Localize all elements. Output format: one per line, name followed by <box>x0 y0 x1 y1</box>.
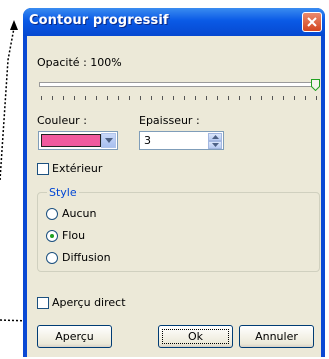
live-preview-checkbox[interactable] <box>37 297 49 309</box>
opacity-slider-ticks <box>41 96 317 100</box>
style-group-title: Style <box>47 186 79 199</box>
opacity-slider-track[interactable] <box>39 82 317 87</box>
arrow-down-icon <box>212 143 219 147</box>
arrow-up-icon <box>212 135 219 139</box>
style-radio-flou[interactable] <box>46 230 58 242</box>
thickness-up-button[interactable] <box>208 133 222 141</box>
style-option-flou: Flou <box>62 229 86 242</box>
live-preview-label: Aperçu direct <box>52 296 126 309</box>
thickness-stepper[interactable]: 3 <box>139 131 224 150</box>
color-picker[interactable] <box>38 131 118 150</box>
color-swatch <box>41 134 101 147</box>
cancel-button[interactable]: Annuler <box>239 325 314 348</box>
opacity-slider-thumb[interactable] <box>311 79 320 91</box>
radio-selected-dot <box>50 234 54 238</box>
thickness-value: 3 <box>144 134 151 147</box>
thickness-label: Epaisseur : <box>139 114 200 127</box>
color-dropdown-button[interactable] <box>101 133 116 148</box>
style-option-diffusion: Diffusion <box>62 251 111 264</box>
color-label: Couleur : <box>37 114 87 127</box>
chevron-down-icon <box>105 138 113 143</box>
style-radio-aucun[interactable] <box>46 208 58 220</box>
title-bar[interactable]: Contour progressif <box>23 8 325 36</box>
cancel-button-label: Annuler <box>255 330 298 343</box>
outside-checkbox[interactable] <box>37 163 49 175</box>
dialog-title: Contour progressif <box>29 13 169 28</box>
close-button[interactable] <box>302 12 322 32</box>
dialog-body: Opacité : 100% Couleur : Epaisseur : 3 E… <box>27 36 321 357</box>
close-icon <box>307 17 317 27</box>
focus-ring <box>162 329 229 344</box>
ok-button[interactable]: Ok <box>158 325 233 348</box>
style-option-aucun: Aucun <box>62 207 97 220</box>
thickness-down-button[interactable] <box>208 141 222 149</box>
outside-label: Extérieur <box>52 162 103 175</box>
opacity-label: Opacité : 100% <box>37 56 122 69</box>
contour-dialog: Contour progressif Opacité : 100% Couleu… <box>23 8 325 357</box>
preview-button[interactable]: Aperçu <box>37 325 112 348</box>
style-radio-diffusion[interactable] <box>46 252 58 264</box>
preview-button-label: Aperçu <box>55 330 94 343</box>
